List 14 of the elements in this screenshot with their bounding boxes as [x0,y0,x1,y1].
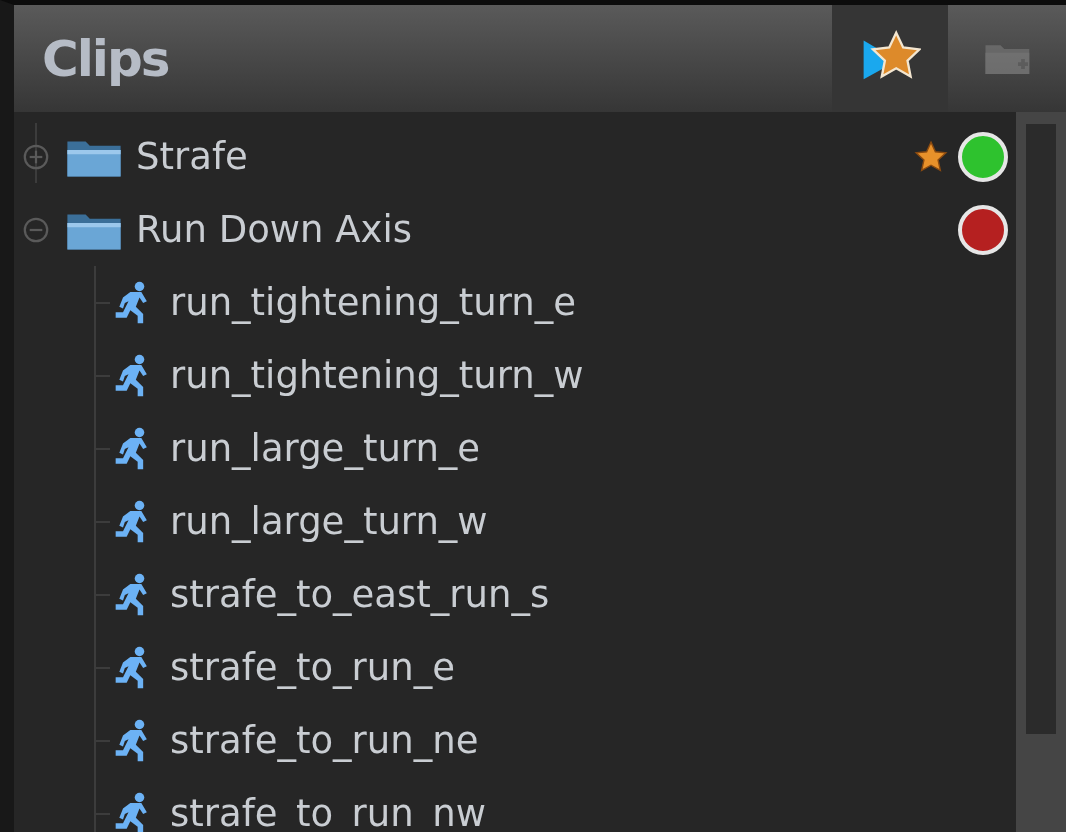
clip-label[interactable]: strafe_to_run_nw [170,792,486,832]
clip-label[interactable]: run_tightening_turn_w [170,354,584,397]
folder-label[interactable]: Strafe [136,135,248,178]
clip-label[interactable]: strafe_to_east_run_s [170,573,550,616]
folder-label[interactable]: Run Down Axis [136,208,413,251]
clip-label[interactable]: run_large_turn_w [170,500,488,543]
panel-title: Clips [41,28,170,90]
expand-icon[interactable] [22,142,50,171]
clip-label[interactable]: run_tightening_turn_e [170,281,576,324]
scrollbar[interactable] [1016,112,1066,832]
collapse-icon[interactable] [22,215,50,244]
clip-label[interactable]: strafe_to_run_ne [170,719,479,762]
clip-label[interactable]: strafe_to_run_e [170,646,455,689]
clip-label[interactable]: run_large_turn_e [170,427,481,470]
